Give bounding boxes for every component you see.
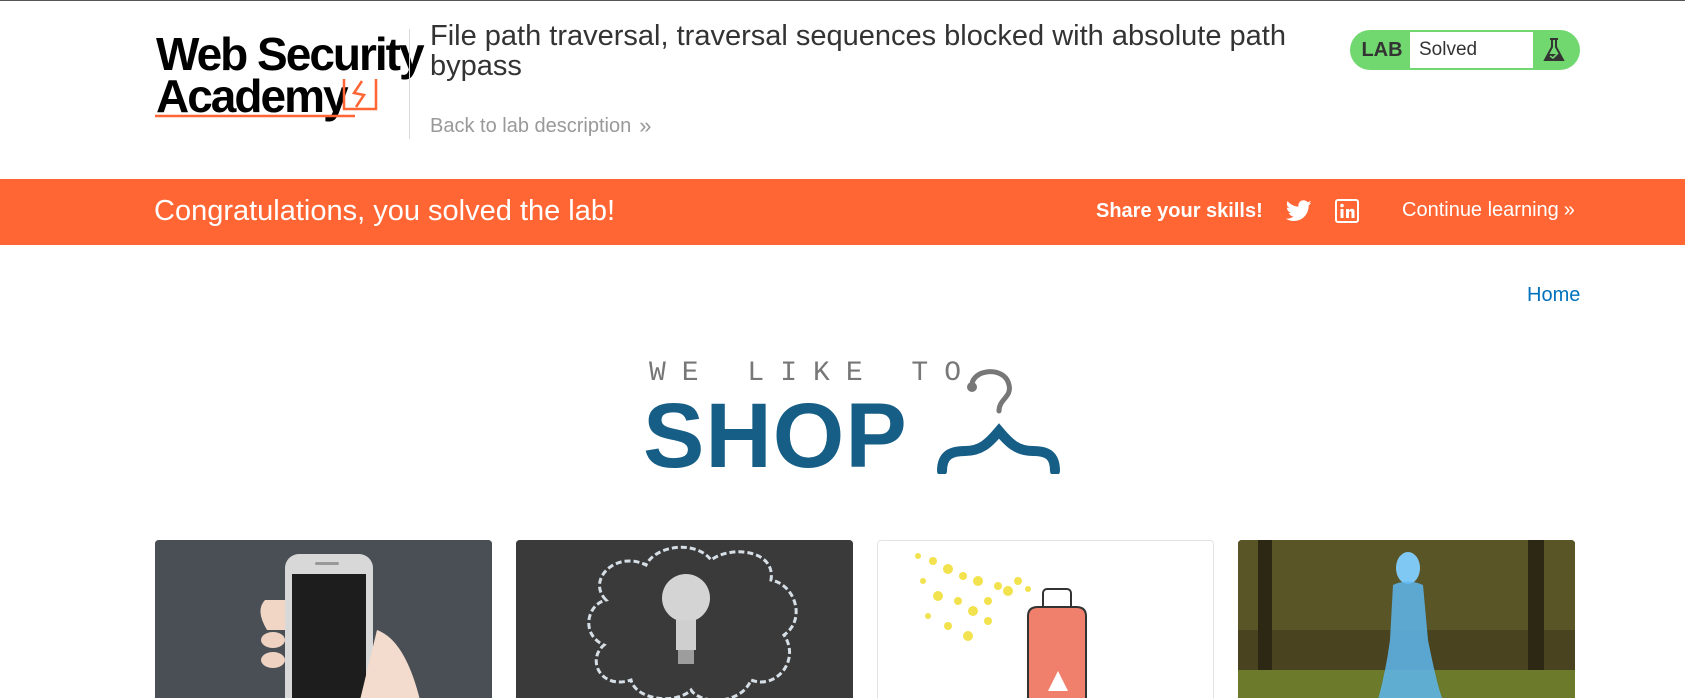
back-to-lab-description-link[interactable]: Back to lab description » bbox=[430, 113, 651, 139]
shop-logo: WE LIKE TO SHOP bbox=[640, 356, 1090, 486]
product-image-lightbulb[interactable] bbox=[516, 540, 853, 698]
linkedin-icon[interactable] bbox=[1335, 199, 1359, 223]
lab-title: File path traversal, traversal sequences… bbox=[430, 20, 1286, 82]
back-link-label: Back to lab description bbox=[430, 114, 632, 137]
flask-icon bbox=[1543, 38, 1565, 61]
logo-underline bbox=[155, 114, 355, 118]
product-image-phone[interactable] bbox=[155, 540, 492, 698]
product-image-spray-can[interactable] bbox=[877, 540, 1214, 698]
continue-learning-label: Continue learning bbox=[1402, 199, 1559, 221]
congratulations-message: Congratulations, you solved the lab! bbox=[154, 195, 616, 227]
web-security-academy-logo[interactable]: Web Security Academy bbox=[155, 27, 425, 122]
home-link[interactable]: Home bbox=[1527, 284, 1580, 307]
product-image-hologram[interactable] bbox=[1238, 540, 1575, 698]
continue-learning-link[interactable]: Continue learning » bbox=[1402, 199, 1575, 222]
double-chevron-right-icon: » bbox=[1563, 199, 1575, 221]
lab-status-value: Solved bbox=[1410, 32, 1533, 68]
logo-mark-icon bbox=[342, 79, 378, 111]
twitter-icon[interactable] bbox=[1286, 199, 1312, 223]
double-chevron-right-icon: » bbox=[639, 113, 652, 138]
clothes-hanger-icon bbox=[937, 369, 1060, 474]
header-divider bbox=[409, 29, 410, 139]
shop-word: SHOP bbox=[643, 385, 908, 487]
lab-status-badge: LAB Solved bbox=[1350, 30, 1580, 70]
share-label: Share your skills! bbox=[1096, 200, 1263, 222]
lab-tag: LAB bbox=[1361, 39, 1403, 61]
lab-header: Web Security Academy File path traversal… bbox=[0, 1, 1685, 179]
solved-banner: Congratulations, you solved the lab! Sha… bbox=[0, 179, 1685, 245]
product-grid bbox=[155, 540, 1575, 698]
